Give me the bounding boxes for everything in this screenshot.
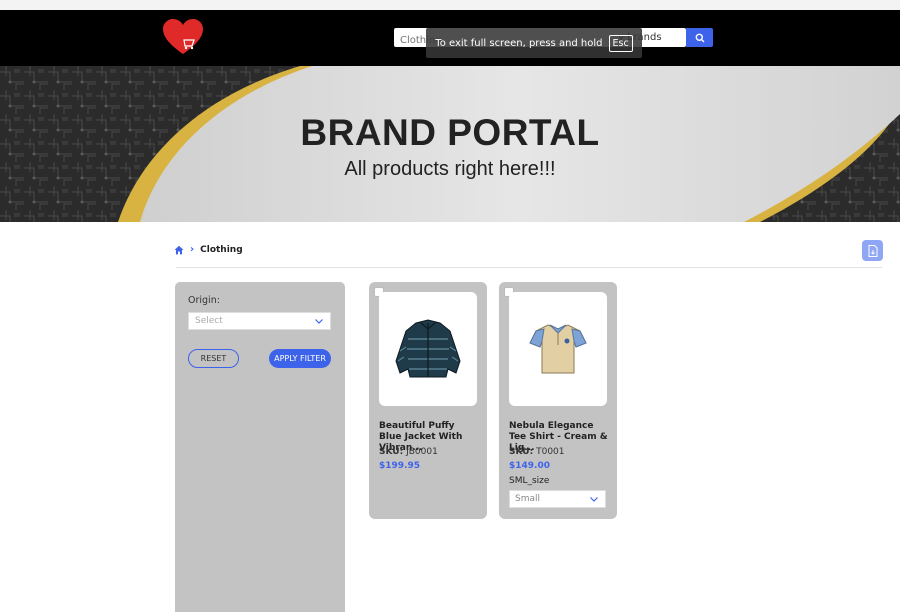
breadcrumb-current[interactable]: Clothing <box>200 245 243 255</box>
chevron-down-icon <box>315 319 323 324</box>
home-icon[interactable] <box>174 245 184 255</box>
fullscreen-notice-text: To exit full screen, press and hold <box>435 37 603 49</box>
search-button[interactable] <box>686 28 713 47</box>
search-icon <box>695 33 704 42</box>
origin-label: Origin: <box>188 295 220 306</box>
browser-top-strip <box>0 0 900 10</box>
chevron-right-icon: › <box>190 244 195 255</box>
hero-title: BRAND PORTAL <box>300 112 600 153</box>
product-image[interactable] <box>509 292 607 406</box>
product-sku-value: T0001 <box>536 447 565 457</box>
fullscreen-notice: To exit full screen, press and hold Esc <box>426 28 642 58</box>
esc-key-badge: Esc <box>608 34 633 52</box>
size-attribute-label: SML_size <box>509 476 550 486</box>
product-price: $149.00 <box>509 461 550 471</box>
product-sku: SKU: T0001 <box>509 447 565 457</box>
size-select[interactable]: Small <box>509 490 606 508</box>
chevron-down-icon <box>590 497 598 502</box>
size-select-value: Small <box>515 494 540 504</box>
logo[interactable] <box>162 18 204 56</box>
apply-filter-button[interactable]: APPLY FILTER <box>269 349 331 368</box>
product-card[interactable]: Nebula Elegance Tee Shirt - Cream & Lig.… <box>499 282 617 519</box>
puffer-jacket-icon <box>395 319 461 378</box>
product-sku: SKU: JB0001 <box>379 447 438 457</box>
filter-panel: Origin: Select RESET APPLY FILTER <box>175 282 345 612</box>
product-card[interactable]: Beautiful Puffy Blue Jacket With Vibran.… <box>369 282 487 519</box>
origin-select[interactable]: Select <box>188 312 331 330</box>
product-sku-label: SKU: <box>379 447 404 457</box>
document-button[interactable] <box>862 240 883 261</box>
reset-button[interactable]: RESET <box>188 349 239 368</box>
hero-banner: BRAND PORTAL All products right here!!! <box>0 66 900 222</box>
breadcrumb: › Clothing <box>174 244 243 255</box>
polo-shirt-icon <box>529 324 587 374</box>
product-price: $199.95 <box>379 461 420 471</box>
product-image[interactable] <box>379 292 477 406</box>
product-sku-value: JB0001 <box>406 447 438 457</box>
document-icon <box>868 244 877 257</box>
hero-subtitle: All products right here!!! <box>344 158 556 180</box>
origin-select-value: Select <box>195 316 223 326</box>
content-divider <box>176 267 882 268</box>
product-sku-label: SKU: <box>509 447 534 457</box>
